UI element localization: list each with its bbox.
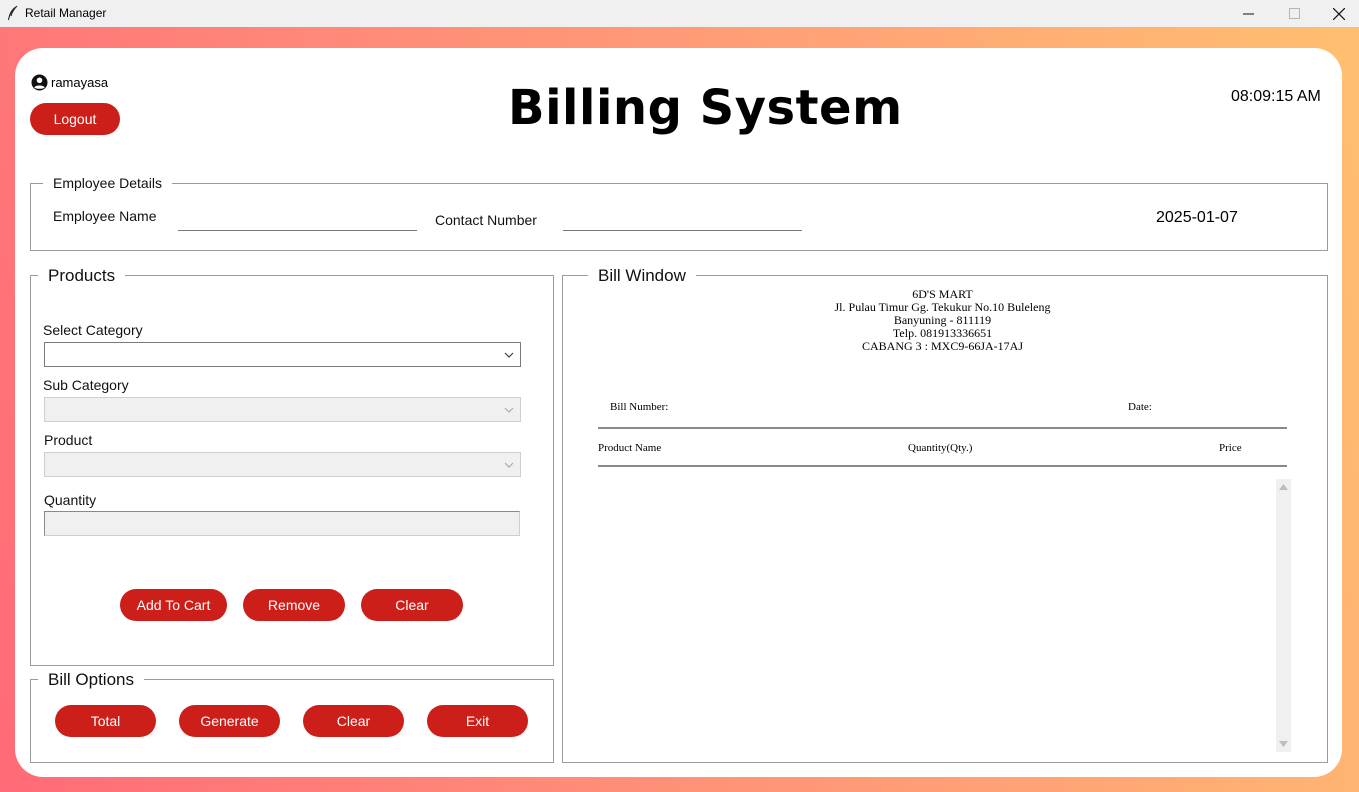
- product-label: Product: [44, 432, 93, 448]
- window-title: Retail Manager: [25, 6, 107, 20]
- store-branch: CABANG 3 : MXC9-66JA-17AJ: [861, 339, 1023, 353]
- contact-number-input[interactable]: [563, 211, 802, 231]
- remove-button[interactable]: Remove: [243, 589, 345, 621]
- chevron-down-icon: [504, 462, 514, 468]
- close-button[interactable]: [1316, 0, 1359, 27]
- employee-details-legend: Employee Details: [43, 175, 172, 191]
- products-legend: Products: [38, 266, 126, 286]
- sub-category-label: Sub Category: [43, 377, 129, 393]
- clear-bill-button[interactable]: Clear: [303, 705, 404, 737]
- chevron-down-icon: [504, 407, 514, 413]
- logout-button[interactable]: Logout: [30, 103, 120, 135]
- maximize-icon: [1288, 8, 1300, 19]
- username: ramayasa: [51, 75, 109, 90]
- column-price: Price: [1219, 442, 1242, 454]
- bill-divider-bottom: [598, 465, 1287, 467]
- column-product-name: Product Name: [598, 442, 662, 454]
- product-select[interactable]: [44, 452, 521, 477]
- minimize-button[interactable]: [1225, 0, 1271, 27]
- bill-options-legend: Bill Options: [38, 670, 144, 690]
- page-title: Billing System: [508, 80, 903, 136]
- quantity-input[interactable]: [44, 511, 520, 536]
- column-quantity: Quantity(Qty.): [908, 442, 973, 454]
- sub-category-select[interactable]: [44, 397, 521, 422]
- window-titlebar: Retail Manager: [0, 0, 1359, 27]
- employee-name-input[interactable]: [178, 211, 417, 231]
- employee-name-label: Employee Name: [53, 208, 157, 224]
- bill-divider-top: [598, 427, 1287, 429]
- user-info: ramayasa: [31, 74, 108, 91]
- current-date: 2025-01-07: [1156, 209, 1238, 226]
- contact-number-label: Contact Number: [435, 212, 537, 228]
- quantity-label: Quantity: [44, 492, 97, 508]
- scroll-up-arrow-icon[interactable]: [1279, 484, 1288, 490]
- bill-scrollbar[interactable]: [1276, 479, 1291, 752]
- exit-button[interactable]: Exit: [427, 705, 528, 737]
- feather-app-icon: [8, 5, 18, 20]
- category-select[interactable]: [44, 342, 521, 367]
- bill-date-label: Date:: [1128, 401, 1152, 413]
- clear-product-button[interactable]: Clear: [361, 589, 463, 621]
- add-to-cart-button[interactable]: Add To Cart: [120, 589, 227, 621]
- close-icon: [1333, 7, 1345, 20]
- maximize-button[interactable]: [1271, 0, 1317, 27]
- select-category-label: Select Category: [43, 322, 143, 338]
- generate-button[interactable]: Generate: [179, 705, 280, 737]
- clock: 08:09:15 AM: [1231, 88, 1321, 105]
- minimize-icon: [1242, 13, 1254, 15]
- scroll-down-arrow-icon[interactable]: [1279, 741, 1288, 747]
- bill-number-label: Bill Number:: [610, 401, 669, 413]
- total-button[interactable]: Total: [55, 705, 156, 737]
- user-circle-icon: [31, 74, 48, 91]
- chevron-down-icon: [504, 352, 514, 358]
- bill-window-legend: Bill Window: [588, 266, 696, 286]
